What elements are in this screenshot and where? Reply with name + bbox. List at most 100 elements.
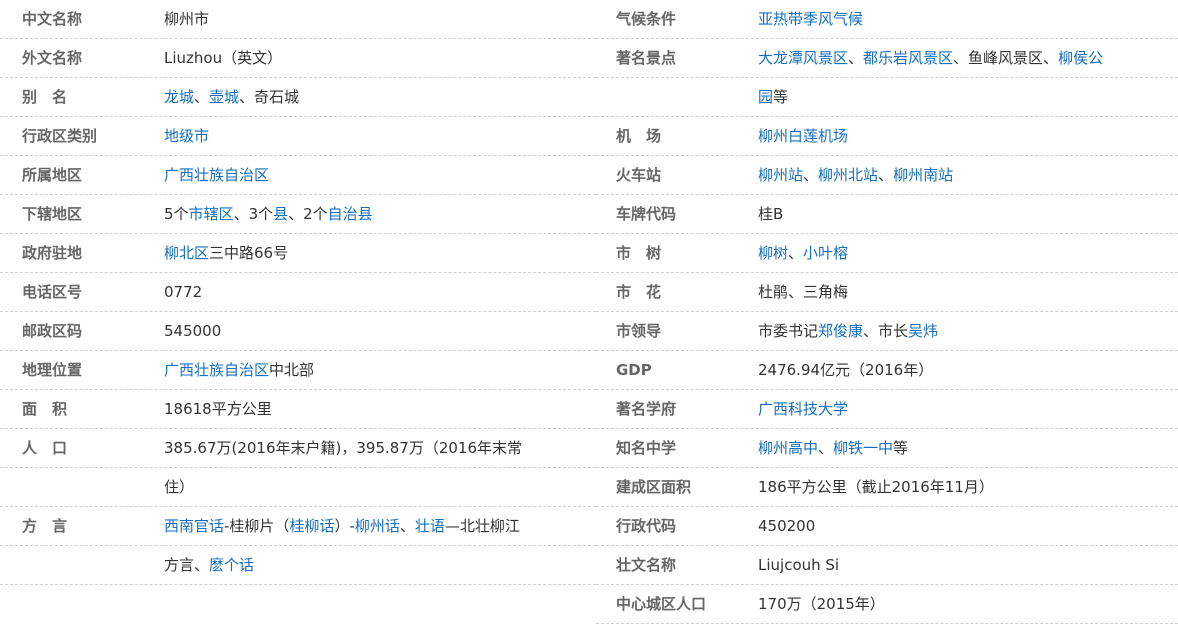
value-link[interactable]: 柳侯公 xyxy=(1058,49,1103,67)
left-info-row: 政府驻地 柳北区三中路66号 xyxy=(0,234,596,273)
field-label: 车牌代码 xyxy=(616,205,677,223)
field-value: 5个市辖区、3个县、2个自治县 xyxy=(164,195,373,233)
value-text: 170万（2015年） xyxy=(758,595,885,613)
field-label: 机 场 xyxy=(616,127,662,145)
field-label: 行政代码 xyxy=(616,517,677,535)
value-link[interactable]: 郑俊康 xyxy=(818,322,863,340)
left-info-row: 中文名称 柳州市 xyxy=(0,0,596,39)
value-link[interactable]: 广西壮族自治区 xyxy=(164,166,269,184)
field-value: 170万（2015年） xyxy=(758,585,885,623)
field-label: 方 言 xyxy=(22,517,68,535)
value-text: 0772 xyxy=(164,283,203,301)
right-info-row: 壮文名称 Liujcouh Si xyxy=(596,546,1178,585)
field-value: 地级市 xyxy=(164,117,209,155)
value-link[interactable]: 市辖区 xyxy=(189,205,234,223)
value-link[interactable]: 柳州南站 xyxy=(893,166,953,184)
value-text: 柳州市 xyxy=(164,10,210,28)
info-column-left: 中文名称 柳州市外文名称 Liuzhou（英文） 别 名 龙城、壶城、奇石城行政区类别 地… xyxy=(0,0,596,585)
value-link[interactable]: 都乐岩风景区 xyxy=(863,49,953,67)
value-text: 、 xyxy=(818,439,834,457)
left-info-row: 电话区号 0772 xyxy=(0,273,596,312)
value-link[interactable]: 县 xyxy=(273,205,288,223)
field-value: 市委书记郑俊康、市长吴炜 xyxy=(758,312,938,350)
field-label: 知名中学 xyxy=(616,439,677,457)
value-text: 杜鹃、三角梅 xyxy=(758,283,849,301)
field-value: 450200 xyxy=(758,507,815,545)
value-link[interactable]: 麽个话 xyxy=(209,556,254,574)
value-text: 、奇石城 xyxy=(239,88,300,106)
right-info-row: 建成区面积 186平方公里（截止2016年11月） xyxy=(596,468,1178,507)
value-text: 、鱼峰风景区、 xyxy=(953,49,1059,67)
value-text: 市委书记 xyxy=(758,322,819,340)
value-link[interactable]: 广西科技大学 xyxy=(758,400,848,418)
value-link[interactable]: 亚热带季风气候 xyxy=(758,10,863,28)
value-link[interactable]: 西南官话 xyxy=(164,517,224,535)
value-text: 、 xyxy=(803,166,819,184)
field-value: 广西壮族自治区中北部 xyxy=(164,351,314,389)
field-value: 西南官话-桂柳片（桂柳话）-柳州话、壮语—北壮柳江 xyxy=(164,507,520,545)
value-link[interactable]: 柳州站 xyxy=(758,166,803,184)
field-label: 别 名 xyxy=(22,88,68,106)
value-link[interactable]: 柳州白莲机场 xyxy=(758,127,848,145)
value-text: 545000 xyxy=(164,322,222,340)
value-text: 5个 xyxy=(164,205,189,223)
value-link[interactable]: 柳北区 xyxy=(164,244,209,262)
field-value: 柳州高中、柳铁一中等 xyxy=(758,429,908,467)
field-value: 龙城、壶城、奇石城 xyxy=(164,78,299,116)
value-text: 方言、 xyxy=(164,556,210,574)
field-value: 0772 xyxy=(164,273,202,311)
value-link[interactable]: 吴炜 xyxy=(908,322,938,340)
field-label: 市 花 xyxy=(616,283,662,301)
value-text: 186平方公里（截止2016年11月） xyxy=(758,478,994,496)
value-text: 住） xyxy=(164,478,195,496)
left-info-row: 下辖地区 5个市辖区、3个县、2个自治县 xyxy=(0,195,596,234)
field-label: 中文名称 xyxy=(22,10,83,28)
value-link[interactable]: 柳州北站 xyxy=(818,166,878,184)
right-info-row: 火车站 柳州站、柳州北站、柳州南站 xyxy=(596,156,1178,195)
right-info-row: 园等 xyxy=(596,78,1178,117)
field-value: 园等 xyxy=(758,78,788,116)
info-column-right: 气候条件 亚热带季风气候 著名景点 大龙潭风景区、都乐岩风景区、鱼峰风景区、柳侯公 园等… xyxy=(596,0,1178,624)
field-label: 行政区类别 xyxy=(22,127,98,145)
value-link[interactable]: 壶城 xyxy=(209,88,239,106)
value-link[interactable]: 柳树 xyxy=(758,244,788,262)
value-link[interactable]: 桂柳话 xyxy=(289,517,334,535)
value-link[interactable]: 柳州话 xyxy=(355,517,400,535)
value-text: 等 xyxy=(773,88,789,106)
value-link[interactable]: 龙城 xyxy=(164,88,194,106)
value-link[interactable]: 自治县 xyxy=(328,205,373,223)
left-info-row: 人 口 385.67万(2016年末户籍)，395.87万（2016年末常 xyxy=(0,429,596,468)
value-text: 、 xyxy=(878,166,894,184)
field-value: 2476.94亿元（2016年） xyxy=(758,351,933,389)
field-label: 市 树 xyxy=(616,244,662,262)
right-info-row: 行政代码 450200 xyxy=(596,507,1178,546)
value-text: —北壮柳江 xyxy=(444,517,520,535)
value-text: -桂柳片（ xyxy=(224,517,290,535)
value-text: 、3个 xyxy=(233,205,274,223)
field-label: 著名学府 xyxy=(616,400,677,418)
value-text: 中北部 xyxy=(269,361,315,379)
field-label: 政府驻地 xyxy=(22,244,83,262)
value-text: 2476.94亿元（2016年） xyxy=(758,361,934,379)
right-info-row: 市 树 柳树、小叶榕 xyxy=(596,234,1178,273)
field-label: 气候条件 xyxy=(616,10,677,28)
value-text: 18618平方公里 xyxy=(164,400,272,418)
value-link[interactable]: 小叶榕 xyxy=(803,244,848,262)
field-value: 亚热带季风气候 xyxy=(758,0,863,38)
left-info-row: 外文名称 Liuzhou（英文） xyxy=(0,39,596,78)
value-link[interactable]: 壮语 xyxy=(415,517,445,535)
value-link[interactable]: 大龙潭风景区 xyxy=(758,49,848,67)
field-label: 市领导 xyxy=(616,322,662,340)
value-link[interactable]: 广西壮族自治区 xyxy=(164,361,269,379)
value-link[interactable]: 柳铁一中 xyxy=(833,439,893,457)
value-link[interactable]: 园 xyxy=(758,88,773,106)
right-info-row: 气候条件 亚热带季风气候 xyxy=(596,0,1178,39)
field-label: 建成区面积 xyxy=(616,478,692,496)
right-info-row: 车牌代码 桂B xyxy=(596,195,1178,234)
field-value: 方言、麽个话 xyxy=(164,546,254,584)
value-text: 等 xyxy=(893,439,909,457)
value-link[interactable]: 柳州高中 xyxy=(758,439,818,457)
value-text: 桂B xyxy=(758,205,784,223)
left-info-row: 所属地区 广西壮族自治区 xyxy=(0,156,596,195)
value-link[interactable]: 地级市 xyxy=(164,127,209,145)
